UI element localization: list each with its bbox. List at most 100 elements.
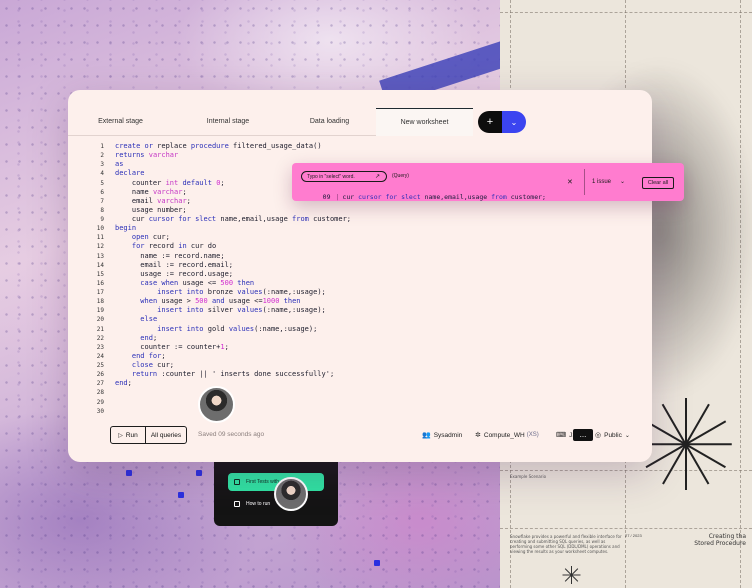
divider: [584, 169, 585, 195]
paper-guide-line: [500, 12, 752, 13]
line-number: 26: [96, 371, 104, 379]
code-text: as: [115, 160, 124, 169]
error-code-text: cur cursor for slect name,email,usage fr…: [342, 193, 546, 201]
code-text: end;: [115, 379, 132, 388]
code-text: email := record.email;: [115, 260, 234, 269]
line-number: 25: [96, 362, 104, 369]
code-text: begin: [115, 224, 137, 233]
code-line[interactable]: 19 insert into silver values(:name,:usag…: [90, 306, 630, 315]
line-number: 29: [96, 398, 104, 406]
code-text: name := record.name;: [115, 251, 225, 260]
line-number: 21: [96, 325, 104, 333]
collaborator-avatar: [274, 477, 308, 511]
error-line-number: 09: [322, 193, 331, 201]
user-avatar: [198, 386, 235, 423]
code-text: returns varchar: [115, 151, 179, 160]
code-text: when usage > 500 and usage <=1000 then: [140, 297, 301, 306]
paper-date: 27 / 2023: [625, 533, 642, 538]
code-text: end;: [140, 333, 158, 342]
code-line[interactable]: 25 close cur;: [90, 361, 630, 370]
saved-status: Saved 09 seconds ago: [198, 431, 265, 438]
issue-count[interactable]: 1 issue: [592, 179, 611, 185]
code-line[interactable]: 21 insert into gold values(:name,:usage)…: [90, 325, 630, 334]
code-text: close cur;: [131, 361, 175, 369]
tab-menu-chevron-down-icon[interactable]: ⌄: [502, 111, 526, 133]
code-text: case when usage <= 500 then: [140, 278, 255, 287]
sparkle-icon: ✲: [475, 432, 481, 439]
code-line[interactable]: 24 end for;: [90, 352, 630, 361]
code-line[interactable]: 20 else: [90, 315, 630, 324]
line-number: 24: [96, 352, 104, 360]
role-selector[interactable]: 👥 Sysadmin: [422, 431, 462, 440]
error-popup: Typo in "select" word. ↗ (Query) 09 | cur …: [292, 163, 684, 201]
starburst-icon: [639, 398, 732, 490]
onboarding-item-label: First Tests with: [246, 479, 279, 485]
code-line[interactable]: 11 open cur;: [90, 233, 630, 242]
code-line[interactable]: 2 returns varchar: [90, 151, 630, 160]
code-text: return :counter || ' inserts done succes…: [131, 370, 335, 379]
code-line[interactable]: 26 return :counter || ' inserts done suc…: [90, 370, 630, 379]
line-number: 3: [100, 161, 104, 169]
code-line[interactable]: 22 end;: [90, 334, 630, 343]
code-line[interactable]: 15 usage := record.usage;: [90, 270, 630, 279]
worksheet-editor: External stage Internal stage Data loadi…: [68, 90, 652, 462]
code-line[interactable]: 23 counter := counter+1;: [90, 343, 630, 352]
code-line[interactable]: 16 case when usage <= 500 then: [90, 279, 630, 288]
checkbox-icon: [234, 479, 240, 485]
code-line[interactable]: 14 email := record.email;: [90, 261, 630, 270]
error-message-chip[interactable]: Typo in "select" word. ↗: [301, 171, 387, 182]
code-line[interactable]: 29: [90, 398, 630, 407]
onboarding-item-label: How to run: [246, 501, 271, 507]
checkbox-icon: [234, 501, 240, 507]
chevron-down-icon[interactable]: ⌄: [620, 178, 625, 185]
code-line[interactable]: 27 end;: [90, 379, 630, 388]
tab-external-stage[interactable]: External stage: [68, 108, 173, 136]
code-text: email varchar;: [115, 196, 191, 205]
clear-all-button[interactable]: Clear all: [642, 177, 674, 189]
line-number: 13: [96, 252, 104, 260]
line-number: 10: [96, 225, 104, 233]
code-text: insert into bronze values(:name,:usage);: [157, 288, 326, 296]
paper-heading: Creating tha Stored Procedure: [694, 533, 746, 547]
tab-data-loading[interactable]: Data loading: [283, 108, 376, 136]
code-text: name varchar;: [115, 187, 187, 196]
code-text: end for;: [131, 351, 166, 360]
error-message: Typo in "select" word.: [307, 173, 355, 180]
paper-guide-line: [500, 528, 752, 529]
add-tab-button[interactable]: +: [478, 111, 502, 133]
line-number: 2: [100, 152, 104, 160]
all-queries-button[interactable]: All queries: [146, 427, 186, 443]
decor-dot: [374, 560, 380, 566]
line-number: 28: [96, 389, 104, 397]
code-line[interactable]: 1 create or replace procedure filtered_us…: [90, 142, 630, 151]
cross-mark-icon: [562, 566, 581, 584]
code-line[interactable]: 10 begin: [90, 224, 630, 233]
code-line[interactable]: 13 name := record.name;: [90, 252, 630, 261]
line-number: 4: [100, 170, 104, 178]
warehouse-selector[interactable]: ✲ Compute_WH (XS): [475, 431, 539, 440]
close-error-button[interactable]: ✕: [567, 178, 573, 186]
code-line[interactable]: 17 insert into bronze values(:name,:usag…: [90, 288, 630, 297]
tab-new-worksheet[interactable]: New worksheet: [376, 108, 473, 136]
worksheet-tabs: External stage Internal stage Data loadi…: [68, 108, 652, 136]
more-options-button[interactable]: ...: [573, 429, 593, 441]
line-number: 11: [96, 234, 104, 242]
code-line[interactable]: 28: [90, 388, 630, 397]
line-number: 23: [96, 343, 104, 351]
code-text: usage number;: [115, 205, 187, 214]
code-line[interactable]: 18 when usage > 500 and usage <=1000 the…: [90, 297, 630, 306]
line-number: 16: [96, 279, 104, 287]
code-text: insert into gold values(:name,:usage);: [157, 324, 318, 333]
chevron-down-icon: ⌄: [624, 432, 630, 439]
tab-internal-stage[interactable]: Internal stage: [173, 108, 283, 136]
line-number: 7: [100, 197, 104, 205]
code-line[interactable]: 12 for record in cur do: [90, 242, 630, 251]
run-button[interactable]: ▷ Run: [111, 427, 146, 443]
line-number: 8: [100, 206, 104, 214]
code-line[interactable]: 9 cur cursor for slect name,email,usage …: [90, 215, 630, 224]
visibility-selector[interactable]: ◎ Public ⌄: [595, 431, 630, 440]
line-number: 9: [100, 216, 104, 223]
code-line[interactable]: 30: [90, 407, 630, 416]
error-code-snippet: 09 | cur cursor for slect name,email,usage…: [307, 185, 546, 209]
line-number: 6: [100, 188, 104, 196]
